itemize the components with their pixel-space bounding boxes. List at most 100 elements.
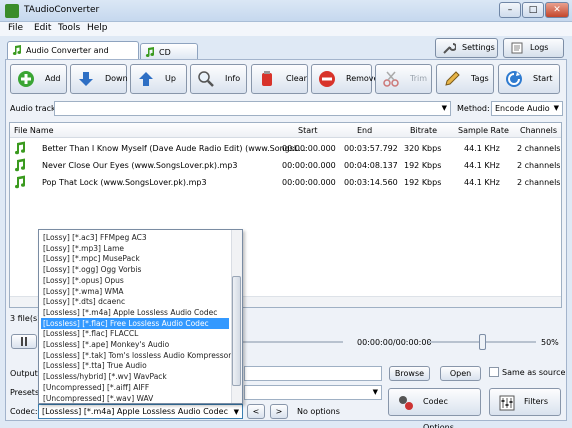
wrench-icon: [443, 43, 456, 54]
channels-cell: 2 channels: [517, 144, 561, 153]
method-select[interactable]: Encode Audio ▼: [491, 101, 563, 116]
column-file-name[interactable]: File Name: [14, 126, 54, 135]
codec-option[interactable]: [Lossless] [*.m4a] Apple Lossless Audio …: [41, 307, 229, 318]
close-button[interactable]: ✕: [545, 2, 569, 18]
bitrate-cell: 192 Kbps: [404, 178, 442, 187]
channels-cell: 2 channels: [517, 178, 561, 187]
codec-dropdown-list[interactable]: [Lossy] [*.ac3] FFMpeg AC3 [Lossy] [*.mp3…: [38, 229, 243, 404]
codec-option[interactable]: [Lossless] [*.ape] Monkey's Audio: [41, 339, 229, 350]
up-button[interactable]: Up: [130, 64, 187, 94]
volume-value: 50%: [541, 338, 559, 347]
start-label: Start: [533, 74, 553, 83]
codec-options-button[interactable]: Codec Options: [388, 388, 481, 428]
codec-option[interactable]: [Lossy] [*.dts] dcaenc: [41, 296, 229, 307]
tags-button[interactable]: Tags: [436, 64, 494, 94]
codec-option[interactable]: [Lossless] [*.flac] FLACCL: [41, 328, 229, 339]
scissors-icon: [383, 71, 399, 87]
codec-option[interactable]: [Lossless] [*.flac] Free Lossless Audio …: [41, 317, 229, 329]
settings-button[interactable]: Settings: [435, 38, 498, 58]
presets-select[interactable]: ▼: [244, 385, 382, 400]
column-channels[interactable]: Channels: [520, 126, 557, 135]
clear-label: Clear: [286, 74, 307, 83]
remove-button[interactable]: Remove: [311, 64, 378, 94]
tab-audio-converter[interactable]: Audio Converter and Extractor: [7, 41, 139, 72]
start-cell: 00:00:00.000: [282, 144, 336, 153]
audio-track-label: Audio track:: [10, 104, 59, 113]
open-button[interactable]: Open: [440, 366, 481, 381]
codec-option[interactable]: [Lossless] [*.tak] Tom's lossless Audio …: [41, 350, 231, 361]
table-row[interactable]: Never Close Our Eyes (www.SongsLover.pk)…: [10, 157, 561, 174]
codec-value: [Lossless] [*.m4a] Apple Lossless Audio …: [42, 407, 228, 416]
menu-edit[interactable]: Edit: [34, 23, 51, 33]
table-row[interactable]: Pop That Lock (www.SongsLover.pk).mp3 00…: [10, 174, 561, 191]
magnifier-icon: [198, 71, 214, 87]
maximize-button[interactable]: □: [522, 2, 544, 18]
codec-prev-button[interactable]: <: [247, 404, 265, 419]
menu-help[interactable]: Help: [87, 23, 108, 33]
same-as-source-label: Same as source: [502, 368, 566, 377]
codec-option[interactable]: [Lossy] [*.ogg] Ogg Vorbis: [41, 264, 229, 275]
codec-select[interactable]: [Lossless] [*.m4a] Apple Lossless Audio …: [38, 404, 243, 419]
codec-option[interactable]: [Lossy] [*.ac3] FFMpeg AC3: [41, 232, 229, 243]
audio-track-select[interactable]: ▼: [54, 101, 451, 116]
codec-option[interactable]: [Lossless] [*.tta] True Audio: [41, 360, 229, 371]
codec-option[interactable]: [Lossy] [*.mp3] Lame: [41, 243, 229, 254]
codec-option[interactable]: [Uncompressed] [*.wav] WAV: [41, 393, 229, 404]
info-button[interactable]: Info: [190, 64, 247, 94]
codec-option[interactable]: [Lossy] [*.wma] WMA: [41, 286, 229, 297]
menu-tools[interactable]: Tools: [58, 23, 80, 33]
filters-button[interactable]: Filters: [489, 388, 561, 416]
end-cell: 00:04:08.137: [344, 161, 398, 170]
codec-option[interactable]: [Lossy] [*.mpc] MusePack: [41, 253, 229, 264]
column-end[interactable]: End: [357, 126, 372, 135]
volume-thumb[interactable]: [479, 334, 486, 350]
chevron-down-icon: ▼: [553, 104, 559, 112]
pause-icon: [21, 337, 27, 346]
add-button[interactable]: Add: [10, 64, 67, 94]
sample-rate-cell: 44.1 KHz: [464, 144, 500, 153]
sample-rate-cell: 44.1 KHz: [464, 161, 500, 170]
logs-icon: [511, 42, 523, 54]
info-label: Info: [225, 74, 241, 83]
table-row[interactable]: Better Than I Know Myself (Dave Aude Rad…: [10, 140, 561, 157]
pause-button[interactable]: [11, 334, 37, 349]
codec-next-button[interactable]: >: [270, 404, 288, 419]
end-cell: 00:03:57.792: [344, 144, 398, 153]
dropdown-scroll-thumb[interactable]: [232, 276, 241, 386]
file-count: 3 file(s): [10, 314, 41, 323]
trim-button[interactable]: Trim: [375, 64, 432, 94]
music-note-icon: [15, 141, 26, 155]
minimize-button[interactable]: –: [499, 2, 521, 18]
remove-label: Remove: [346, 74, 379, 83]
file-name-cell: Never Close Our Eyes (www.SongsLover.pk)…: [42, 161, 238, 170]
clear-icon: [262, 71, 272, 86]
file-name-cell: Pop That Lock (www.SongsLover.pk).mp3: [42, 178, 207, 187]
up-label: Up: [165, 74, 176, 83]
column-bitrate[interactable]: Bitrate: [410, 126, 437, 135]
same-as-source-checkbox[interactable]: [489, 367, 499, 377]
start-button[interactable]: Start: [498, 64, 560, 94]
clear-button[interactable]: Clear: [251, 64, 308, 94]
add-icon: [18, 71, 34, 87]
logs-button[interactable]: Logs: [503, 38, 564, 58]
codec-option[interactable]: [Lossy] [*.opus] Opus: [41, 275, 229, 286]
down-button[interactable]: Down: [70, 64, 128, 94]
codec-option[interactable]: [Uncompressed] [*.aiff] AIFF: [41, 382, 229, 393]
browse-button[interactable]: Browse: [389, 366, 430, 381]
menu-file[interactable]: File: [8, 23, 23, 33]
start-cell: 00:00:00.000: [282, 178, 336, 187]
output-path-field[interactable]: [244, 366, 382, 381]
filters-icon: [499, 395, 515, 411]
method-value: Encode Audio: [495, 104, 550, 113]
column-sample-rate[interactable]: Sample Rate: [458, 126, 509, 135]
tab-cd-ripper[interactable]: CD Ripper: [140, 43, 198, 74]
codec-options-text: No options: [297, 407, 340, 416]
start-cell: 00:00:00.000: [282, 161, 336, 170]
arrow-down-icon: [79, 72, 93, 86]
chevron-down-icon: ▼: [233, 408, 239, 416]
end-cell: 00:03:14.560: [344, 178, 398, 187]
chevron-down-icon: ▼: [441, 104, 447, 112]
column-start[interactable]: Start: [298, 126, 318, 135]
codec-option[interactable]: [Lossless/hybrid] [*.wv] WavPack: [41, 371, 229, 382]
seek-slider[interactable]: [243, 341, 343, 343]
